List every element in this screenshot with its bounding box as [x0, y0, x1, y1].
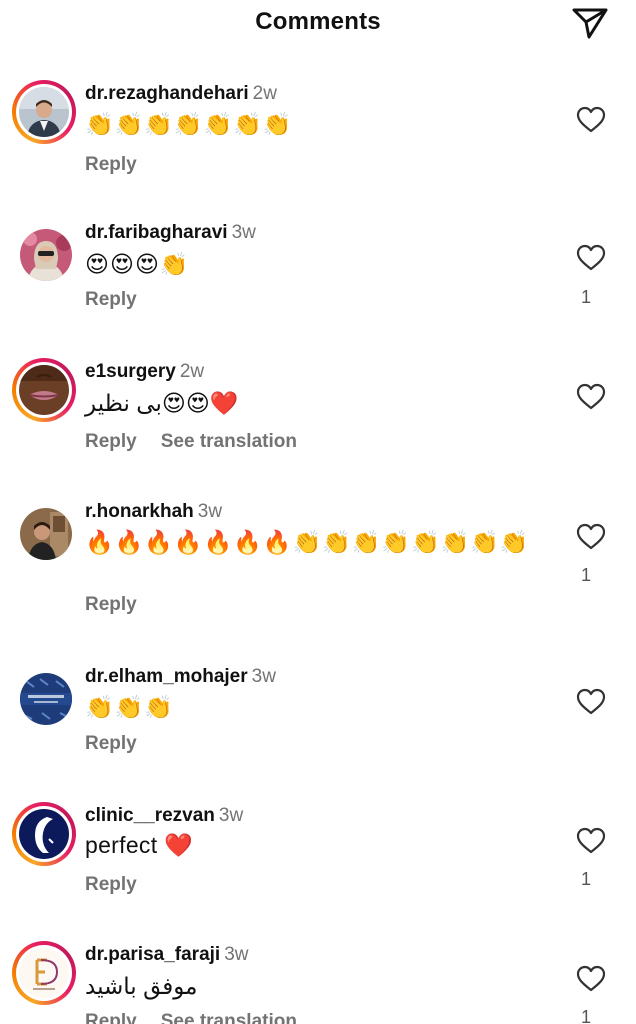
comment-text: بی نظیر😍😍❤️: [85, 390, 239, 416]
timestamp: 2w: [252, 83, 277, 104]
heart-outline-icon: [576, 244, 606, 271]
avatar[interactable]: [20, 508, 72, 560]
share-button[interactable]: [570, 4, 610, 42]
avatar[interactable]: [12, 941, 76, 1005]
comment-item: dr.elham_mohajer 3w 👏👏👏 Reply: [0, 663, 636, 773]
comment-meta: dr.parisa_faraji 3w: [85, 943, 249, 967]
comment-actions: Reply: [85, 874, 137, 896]
username[interactable]: dr.rezaghandehari: [85, 83, 249, 104]
comment-actions: Reply: [85, 594, 137, 616]
comment-text: 🔥🔥🔥🔥🔥🔥🔥👏👏👏👏👏👏👏👏: [85, 529, 530, 555]
reply-button[interactable]: Reply: [85, 154, 137, 175]
heart-outline-icon: [576, 383, 606, 410]
avatar[interactable]: [12, 80, 76, 144]
comment-actions: Reply See translation: [85, 1011, 297, 1024]
comment-meta: dr.faribagharavi 3w: [85, 221, 256, 245]
reply-button[interactable]: Reply: [85, 289, 137, 310]
username[interactable]: r.honarkhah: [85, 501, 194, 522]
like-button[interactable]: [576, 688, 606, 716]
avatar-image: [19, 948, 69, 998]
reply-button[interactable]: Reply: [85, 733, 137, 754]
avatar-image: [19, 365, 69, 415]
comment-item: clinic__rezvan 3w perfect ❤️ Reply 1: [0, 802, 636, 912]
like-count[interactable]: 1: [576, 869, 596, 890]
timestamp: 2w: [179, 361, 205, 382]
avatar-image: [20, 229, 72, 281]
avatar-image: [20, 508, 72, 560]
see-translation-button[interactable]: See translation: [161, 1011, 297, 1024]
like-button[interactable]: [576, 106, 606, 134]
see-translation-button[interactable]: See translation: [161, 431, 297, 452]
avatar[interactable]: [20, 229, 72, 281]
like-count[interactable]: 1: [576, 287, 596, 308]
comment-meta: dr.elham_mohajer 3w: [85, 665, 276, 689]
comment-actions: Reply See translation: [85, 431, 297, 453]
avatar-image: [19, 809, 69, 859]
comment-meta: e1surgery 2w: [85, 360, 204, 384]
heart-outline-icon: [576, 106, 606, 133]
comment-text: موفق باشید: [85, 973, 198, 999]
reply-button[interactable]: Reply: [85, 1011, 137, 1024]
comment-meta: r.honarkhah 3w: [85, 500, 222, 524]
timestamp: 3w: [224, 944, 249, 965]
reply-button[interactable]: Reply: [85, 594, 137, 615]
comment-item: dr.parisa_faraji 3w موفق باشید Reply See t…: [0, 941, 636, 1024]
like-button[interactable]: [576, 523, 606, 551]
page-title: Comments: [255, 8, 381, 35]
comment-text: 👏👏👏: [85, 694, 174, 720]
like-count[interactable]: 1: [576, 565, 596, 586]
username[interactable]: clinic__rezvan: [85, 805, 215, 826]
comment-actions: Reply: [85, 154, 137, 176]
heart-outline-icon: [576, 965, 606, 992]
heart-outline-icon: [576, 523, 606, 550]
timestamp: 3w: [231, 222, 256, 243]
heart-outline-icon: [576, 688, 606, 715]
comment-text: 😍😍😍👏: [85, 251, 190, 277]
username[interactable]: dr.parisa_faraji: [85, 944, 220, 965]
reply-button[interactable]: Reply: [85, 874, 137, 895]
comment-text: 👏👏👏👏👏👏👏: [85, 111, 293, 137]
like-button[interactable]: [576, 244, 606, 272]
comment-item: r.honarkhah 3w 🔥🔥🔥🔥🔥🔥🔥👏👏👏👏👏👏👏👏 Reply 1: [0, 498, 636, 628]
timestamp: 3w: [218, 805, 244, 826]
comment-item: e1surgery 2w بی نظیر😍😍❤️ Reply See transla…: [0, 358, 636, 468]
avatar[interactable]: [12, 358, 76, 422]
avatar[interactable]: [20, 673, 72, 725]
like-button[interactable]: [576, 383, 606, 411]
timestamp: 3w: [251, 666, 276, 687]
paper-plane-icon: [572, 8, 608, 39]
comment-meta: dr.rezaghandehari 2w: [85, 82, 277, 106]
comments-header: Comments: [0, 0, 636, 48]
reply-button[interactable]: Reply: [85, 431, 137, 452]
comment-item: dr.rezaghandehari 2w 👏👏👏👏👏👏👏 Reply: [0, 80, 636, 190]
comment-item: dr.faribagharavi 3w 😍😍😍👏 Reply 1: [0, 219, 636, 329]
comment-text: perfect ❤️: [85, 832, 194, 858]
avatar[interactable]: [12, 802, 76, 866]
username[interactable]: dr.elham_mohajer: [85, 666, 248, 687]
username[interactable]: dr.faribagharavi: [85, 222, 228, 243]
comment-meta: clinic__rezvan 3w: [85, 804, 243, 828]
avatar-image: [19, 87, 69, 137]
username[interactable]: e1surgery: [85, 361, 176, 382]
like-button[interactable]: [576, 965, 606, 993]
avatar-image: [20, 673, 72, 725]
like-count[interactable]: 1: [576, 1007, 596, 1024]
like-button[interactable]: [576, 827, 606, 855]
comment-actions: Reply: [85, 289, 137, 311]
comment-actions: Reply: [85, 733, 137, 755]
heart-outline-icon: [576, 827, 606, 854]
comments-screen: Comments dr.rezaghandehari 2w 👏👏👏👏👏👏👏 Re…: [0, 0, 636, 1024]
timestamp: 3w: [197, 501, 223, 522]
